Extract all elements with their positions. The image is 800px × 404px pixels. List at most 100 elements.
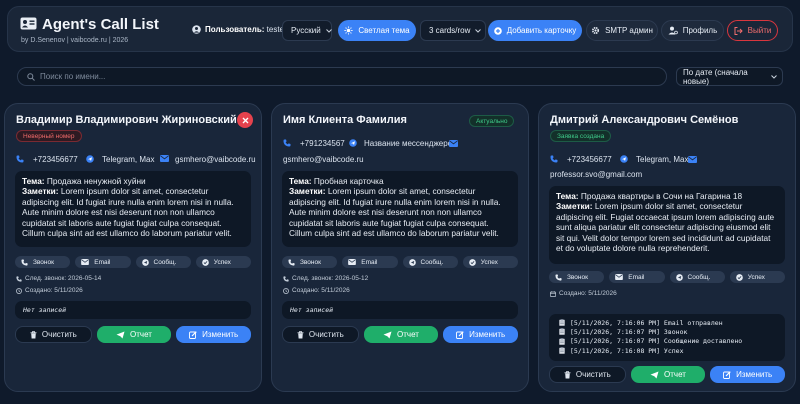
topic-text: Продажа ненужной хуйни [46, 176, 146, 186]
contact-card: Владимир Владимирович Жириновский Неверн… [4, 103, 262, 392]
call-action-button[interactable]: Звонок [282, 256, 338, 268]
edit-label: Изменить [202, 330, 239, 339]
card-footer: Очистить Отчет Изменить [15, 326, 252, 343]
email-action-button[interactable]: Email [342, 256, 398, 268]
trash-icon [30, 330, 37, 339]
email-address[interactable]: gsmhero@vaibcode.ru [283, 155, 364, 164]
phone-number[interactable]: +723456677 [33, 155, 78, 164]
clipboard-icon [559, 319, 565, 326]
edit-button[interactable]: Изменить [710, 366, 786, 383]
chevron-down-icon [475, 28, 482, 33]
log-entry: [5/11/2026, 7:16:06 PM] Email отправлен [559, 318, 775, 327]
report-button[interactable]: Отчет [363, 326, 439, 343]
send-icon [675, 273, 683, 281]
edit-label: Изменить [736, 370, 773, 379]
edit-icon [723, 370, 731, 379]
log-text: [5/11/2026, 7:16:08 PM] Успех [570, 346, 684, 355]
email-action-button[interactable]: Email [75, 256, 131, 268]
user-label: Пользователь: [205, 25, 265, 34]
edit-icon [189, 330, 197, 339]
clear-button[interactable]: Очистить [549, 366, 626, 383]
status-badge: Актуально [469, 115, 515, 127]
delete-card-button[interactable] [237, 112, 253, 128]
call-label: Звонок [33, 258, 54, 266]
search-bar[interactable] [17, 67, 667, 86]
contact-card: Дмитрий Александрович Семёнов Заявка соз… [538, 103, 796, 392]
log-text: [5/11/2026, 7:16:07 PM] Сообщение достав… [570, 337, 743, 346]
edit-button[interactable]: Изменить [176, 326, 252, 343]
phone-icon [16, 275, 22, 282]
top-bar: Agent's Call List by D.Senenov | vaibcod… [7, 6, 793, 52]
success-action-button[interactable]: Успех [462, 256, 518, 268]
clock-icon [16, 287, 22, 294]
action-row: Звонок Email Сообщ. Успех [549, 271, 785, 283]
notes-panel: Тема: Пробная карточка Заметки: Lorem ip… [282, 171, 518, 247]
clipboard-icon [559, 347, 565, 354]
email-label: Email [94, 258, 111, 266]
notes-label: Заметки: [289, 186, 326, 197]
search-icon [27, 72, 35, 81]
activity-log: [5/11/2026, 7:16:06 PM] Email отправлен … [549, 314, 785, 361]
email-action-button[interactable]: Email [609, 271, 665, 283]
message-action-button[interactable]: Сообщ. [135, 256, 191, 268]
action-row: Звонок Email Сообщ. Успех [282, 256, 518, 268]
profile-button[interactable]: Профиль [661, 20, 724, 41]
edit-label: Изменить [469, 330, 506, 339]
clipboard-icon [559, 328, 565, 336]
card-footer: Очистить Отчет Изменить [549, 366, 786, 383]
user-info: Пользователь: tester [205, 25, 287, 34]
sort-select[interactable]: По дате (сначала новые) [676, 67, 783, 86]
message-label: Сообщ. [687, 273, 711, 281]
theme-toggle-label: Светлая тема [358, 26, 410, 35]
theme-toggle-button[interactable]: Светлая тема [338, 20, 416, 41]
card-footer: Очистить Отчет Изменить [282, 326, 519, 343]
logout-button[interactable]: Выйти [727, 20, 778, 41]
email-address[interactable]: gsmhero@vaibcode.ru [175, 155, 256, 164]
message-action-button[interactable]: Сообщ. [669, 271, 725, 283]
send-icon [408, 258, 416, 266]
next-call: След. звонок: 2026-05-14 [16, 275, 101, 282]
add-card-button[interactable]: Добавить карточку [488, 20, 582, 41]
success-action-button[interactable]: Успех [195, 256, 251, 268]
call-action-button[interactable]: Звонок [15, 256, 71, 268]
search-input[interactable] [40, 72, 640, 81]
log-entry: [5/11/2026, 7:16:07 PM] Сообщение достав… [559, 337, 775, 346]
contact-card: Имя Клиента Фамилия Актуально +791234567… [271, 103, 529, 392]
send-icon [86, 155, 94, 163]
clear-button[interactable]: Очистить [282, 326, 359, 343]
phone-icon [283, 139, 291, 147]
status-badge: Неверный номер [16, 130, 82, 142]
report-button[interactable]: Отчет [630, 366, 706, 383]
report-label: Отчет [664, 370, 686, 379]
contact-name: Дмитрий Александрович Семёнов [550, 114, 739, 126]
phone-icon [550, 155, 558, 163]
send-icon [349, 139, 357, 147]
email-address[interactable]: professor.svo@gmail.com [550, 170, 642, 179]
log-entry: [5/11/2026, 7:16:08 PM] Успех [559, 346, 775, 355]
message-label: Сообщ. [420, 258, 444, 266]
check-circle-icon [201, 258, 209, 266]
phone-number[interactable]: +791234567 [300, 139, 345, 148]
created-text: Создано: 5/11/2026 [292, 287, 350, 294]
message-action-button[interactable]: Сообщ. [402, 256, 458, 268]
add-card-label: Добавить карточку [506, 26, 577, 35]
call-action-button[interactable]: Звонок [549, 271, 605, 283]
clear-label: Очистить [575, 370, 611, 379]
email-label: Email [628, 273, 645, 281]
logout-icon [734, 26, 743, 35]
clock-icon [283, 287, 289, 294]
language-select[interactable]: Русский [282, 20, 332, 41]
next-call-text: След. звонок: 2026-05-12 [292, 275, 369, 282]
activity-log: Нет записей [282, 301, 518, 319]
topic-label: Тема: [556, 191, 579, 201]
profile-label: Профиль [682, 26, 718, 35]
edit-button[interactable]: Изменить [443, 326, 519, 343]
smtp-admin-button[interactable]: SMTP админ [586, 20, 658, 41]
mail-icon [449, 140, 458, 147]
cards-per-row-select[interactable]: 3 cards/row [420, 20, 486, 41]
report-button[interactable]: Отчет [96, 326, 172, 343]
clear-button[interactable]: Очистить [15, 326, 92, 343]
phone-number[interactable]: +723456677 [567, 155, 612, 164]
success-label: Успех [480, 258, 498, 266]
success-action-button[interactable]: Успех [729, 271, 785, 283]
